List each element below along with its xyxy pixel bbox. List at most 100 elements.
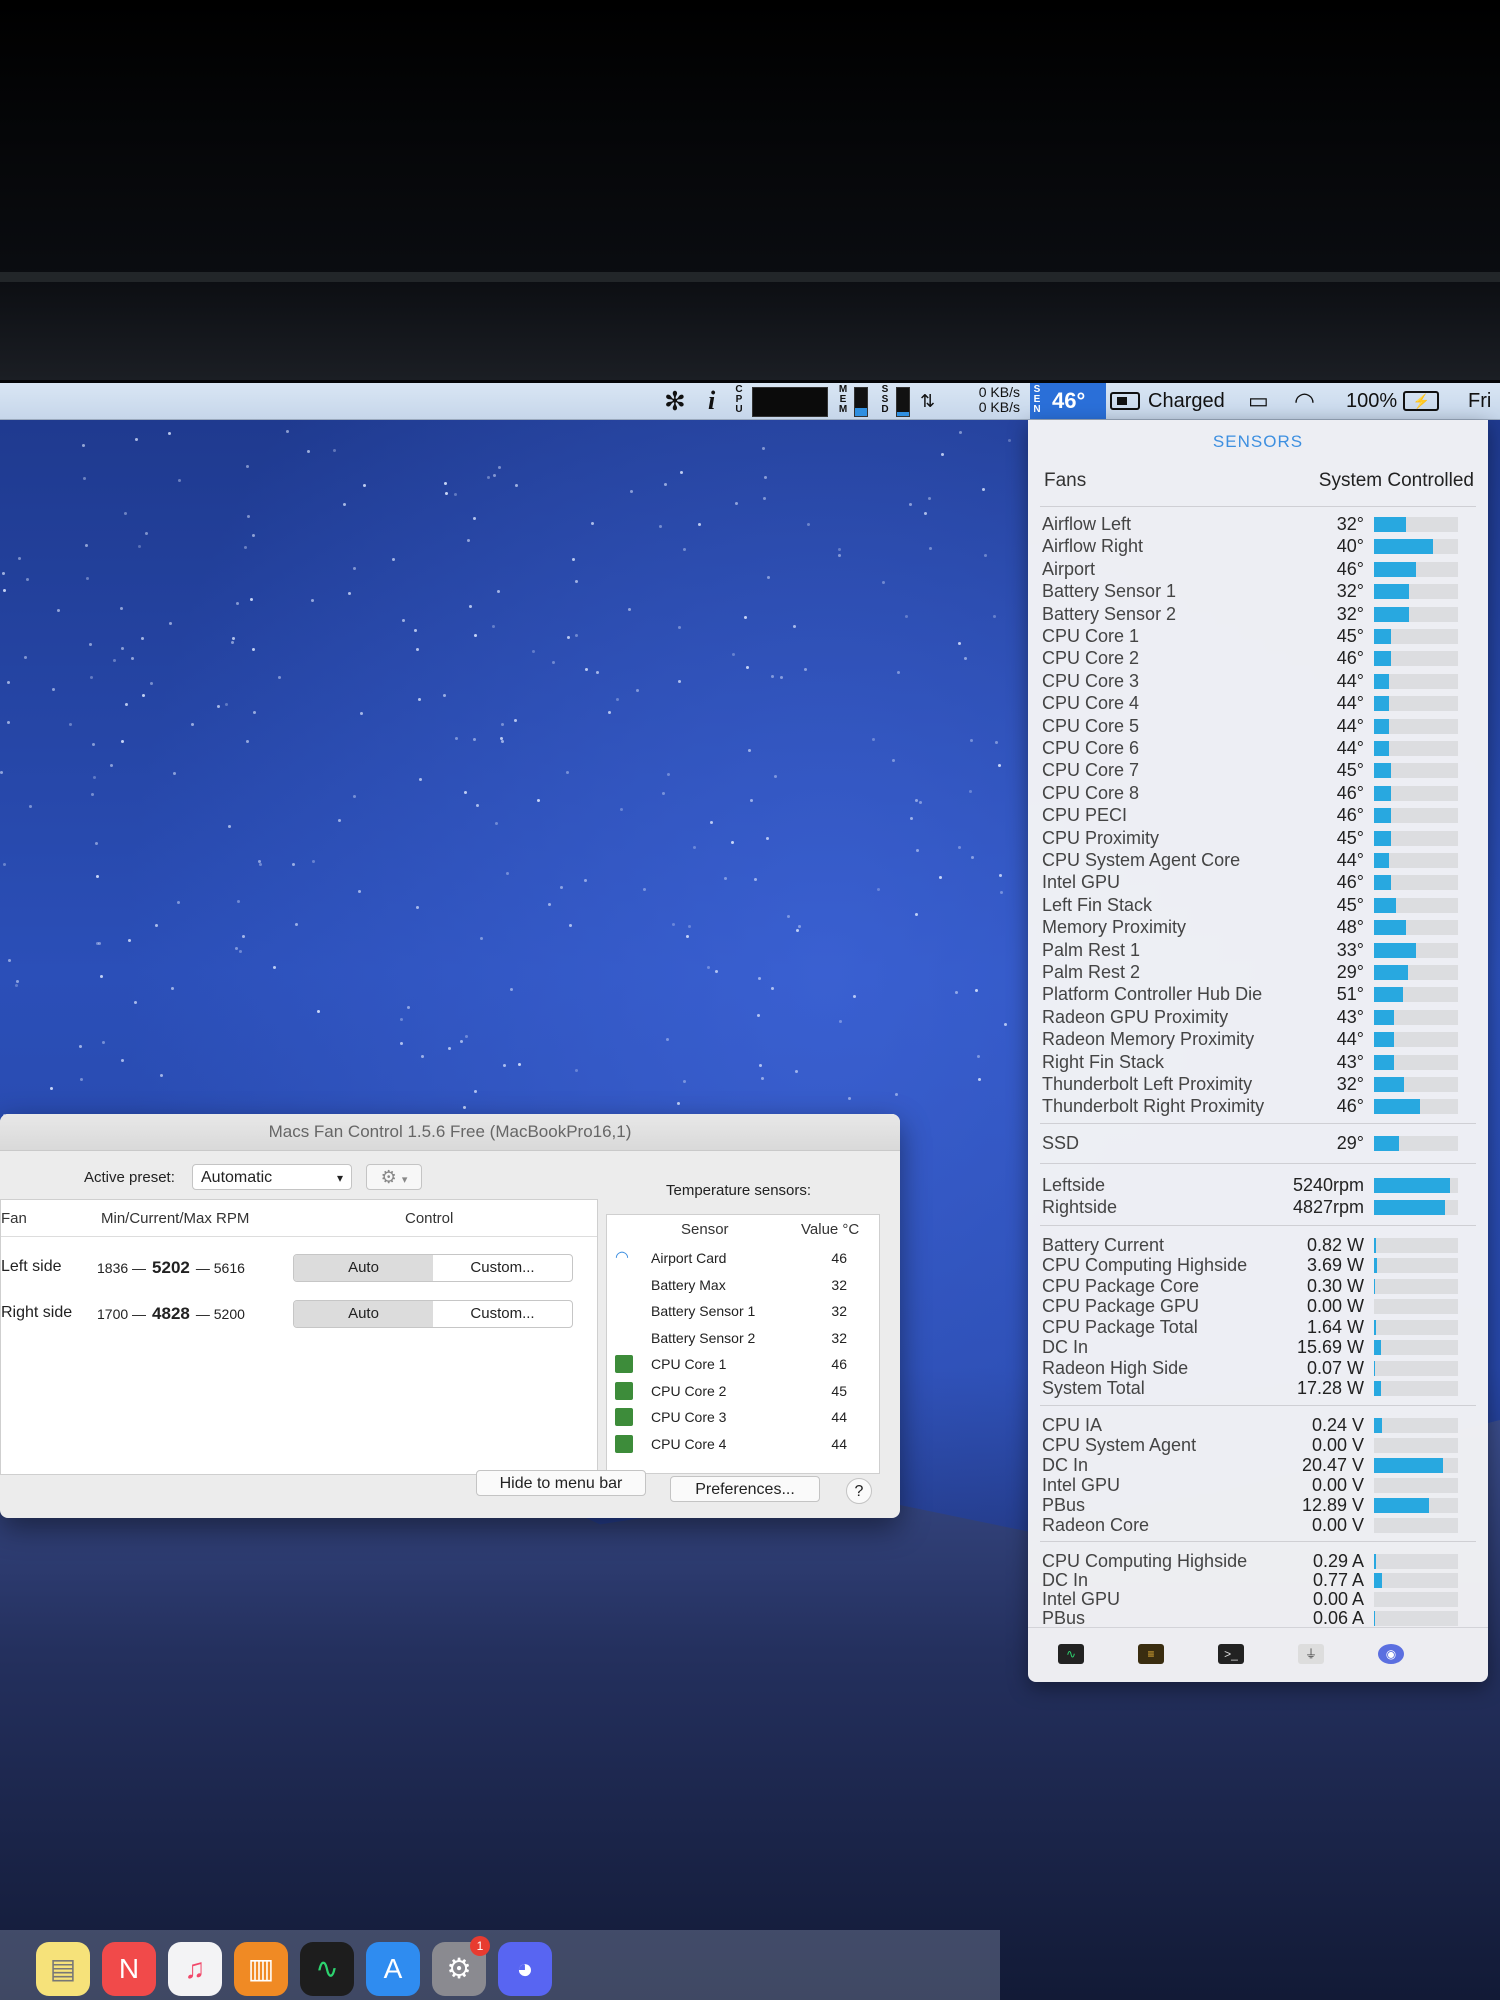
temp-level-fill	[1374, 517, 1406, 532]
gear-menu-button[interactable]: ⚙ ▾	[366, 1164, 422, 1190]
auto-button[interactable]: Auto	[294, 1255, 433, 1281]
help-button[interactable]: ?	[846, 1478, 872, 1504]
dash: —	[195, 1306, 210, 1322]
star	[683, 548, 686, 551]
info-icon[interactable]: i	[708, 383, 715, 419]
star	[532, 650, 535, 653]
star	[796, 929, 799, 932]
sensor-row[interactable]: Battery Max 32	[607, 1272, 879, 1298]
power-level-fill	[1374, 1381, 1381, 1397]
fan-control-row[interactable]: Left side 1836 — 5202 — 5616 Auto Custom...	[1, 1246, 597, 1290]
custom-button[interactable]: Custom...	[433, 1255, 572, 1281]
sensor-row[interactable]: CPU Core 3 44	[607, 1404, 879, 1430]
battery-status-item[interactable]: Charged	[1110, 383, 1225, 419]
temp-sensors-title: Temperature sensors:	[666, 1182, 812, 1199]
star	[444, 482, 447, 485]
ssd-meter[interactable]	[896, 387, 910, 417]
color-picker-icon[interactable]: ◉	[1378, 1644, 1404, 1664]
auto-button[interactable]: Auto	[294, 1301, 433, 1327]
preset-select[interactable]: Automatic ▾	[192, 1164, 352, 1190]
activity-monitor-icon[interactable]: ∿	[1058, 1644, 1084, 1664]
power-level-fill	[1374, 1258, 1377, 1274]
star	[83, 477, 86, 480]
star	[464, 791, 467, 794]
temp-level-fill	[1374, 1077, 1405, 1092]
memory-meter[interactable]	[854, 387, 868, 417]
temp-name: Palm Rest 1	[1042, 939, 1141, 960]
star	[575, 1069, 578, 1072]
sensor-value: 44	[831, 1435, 847, 1452]
fan-speed-row: Leftside 5240rpm	[1042, 1175, 1472, 1197]
power-level-bar	[1374, 1319, 1458, 1335]
notification-badge: 1	[470, 1936, 490, 1956]
battery-percent: 100%	[1346, 389, 1398, 412]
star	[688, 925, 691, 928]
star	[763, 497, 766, 500]
power-adapter-icon[interactable]: ⏚	[1298, 1644, 1324, 1664]
wifi-icon[interactable]: ◠	[1294, 383, 1315, 419]
temp-level-fill	[1374, 696, 1390, 712]
current-value: 0.77 A	[1312, 1569, 1364, 1590]
app-store-icon[interactable]: A	[366, 1942, 420, 1996]
sensor-row[interactable]: ◠ Airport Card 46	[607, 1245, 879, 1271]
hide-to-menu-bar-button[interactable]: Hide to menu bar	[476, 1470, 646, 1496]
star	[29, 805, 32, 808]
battery-percent-item[interactable]: 100% ⚡	[1346, 383, 1440, 419]
terminal-icon[interactable]: >_	[1218, 1644, 1244, 1664]
books-icon[interactable]: ▥	[234, 1942, 288, 1996]
voltage-value: 0.00 V	[1311, 1474, 1364, 1495]
temp-level-bar	[1374, 853, 1458, 868]
star	[678, 680, 681, 683]
temp-level-bar	[1374, 1032, 1458, 1048]
sensor-row[interactable]: CPU Core 2 45	[607, 1378, 879, 1404]
console-icon[interactable]: ≡	[1138, 1644, 1164, 1664]
temp-name: CPU Core 5	[1042, 715, 1140, 736]
star	[548, 903, 551, 906]
fan-speed-level-bar	[1374, 1199, 1458, 1215]
fan-control-row[interactable]: Right side 1700 — 4828 — 5200 Auto Custom...	[1, 1292, 597, 1336]
fan-icon[interactable]: ✻	[664, 383, 686, 419]
activity-monitor-icon[interactable]: ∿	[300, 1942, 354, 1996]
star	[225, 703, 228, 706]
temp-name: Right Fin Stack	[1042, 1051, 1165, 1072]
current-name: DC In	[1042, 1569, 1089, 1590]
custom-button[interactable]: Custom...	[433, 1301, 572, 1327]
panel-footer: ∿ ≡ >_ ⏚ ◉	[1028, 1627, 1488, 1682]
star	[231, 641, 234, 644]
star	[680, 471, 683, 474]
fans-row[interactable]: Fans System Controlled	[1044, 470, 1474, 492]
sensor-row[interactable]: CPU Core 1 46	[607, 1351, 879, 1377]
temp-level-bar	[1374, 696, 1458, 712]
star	[90, 676, 93, 679]
star	[882, 581, 885, 584]
current-level-fill	[1374, 1610, 1375, 1626]
news-icon[interactable]: N	[102, 1942, 156, 1996]
star	[317, 1010, 320, 1013]
star	[771, 675, 774, 678]
preferences-button[interactable]: Preferences...	[670, 1476, 820, 1502]
system-preferences-icon[interactable]: ⚙ 1	[432, 1936, 490, 1996]
sensor-name: CPU Core 3	[651, 1409, 727, 1425]
mem-label: MEM	[838, 384, 848, 415]
star	[273, 966, 276, 969]
temp-row: Battery Sensor 1 32°	[1042, 581, 1472, 603]
star	[8, 959, 11, 962]
temp-level-bar	[1374, 1099, 1458, 1115]
sensors-menu[interactable]: SEN 46°	[1030, 383, 1106, 419]
sensor-row[interactable]: Battery Sensor 2 32	[607, 1325, 879, 1351]
sensor-row[interactable]: CPU Core 4 44	[607, 1431, 879, 1457]
notes-icon[interactable]: ▤	[36, 1942, 90, 1996]
sensor-row[interactable]: Battery Sensor 1 32	[607, 1298, 879, 1324]
network-speed[interactable]: 0 KB/s 0 KB/s	[962, 385, 1020, 415]
voltage-level-fill	[1374, 1497, 1429, 1513]
star	[636, 689, 639, 692]
airplay-icon[interactable]: ▭	[1248, 383, 1269, 419]
col-fan: Fan	[1, 1210, 27, 1227]
temp-name: Platform Controller Hub Die	[1042, 984, 1263, 1005]
power-value: 17.28 W	[1296, 1378, 1364, 1399]
cpu-graph[interactable]	[752, 387, 828, 417]
power-level-bar	[1374, 1237, 1458, 1253]
clock-day[interactable]: Fri	[1468, 383, 1491, 419]
music-icon[interactable]: ♫	[168, 1942, 222, 1996]
discord-icon[interactable]: ◕	[498, 1942, 552, 1996]
